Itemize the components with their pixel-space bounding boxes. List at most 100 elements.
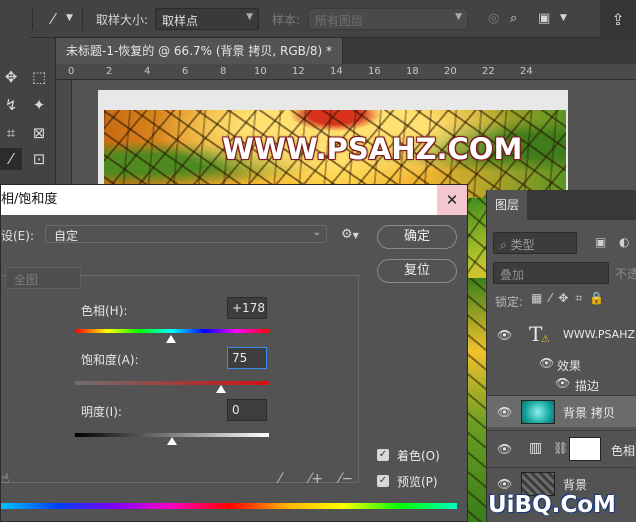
- workspace-icon[interactable]: ▣: [538, 11, 550, 26]
- eye-icon[interactable]: 👁: [497, 477, 513, 491]
- sample-label: 样本:: [272, 13, 301, 27]
- ruler-tick: 10: [254, 66, 267, 77]
- saturation-label: 饱和度(A):: [81, 353, 139, 367]
- hue-adjustment-icon: ▥: [529, 440, 543, 456]
- home-area: [0, 0, 30, 38]
- chevron-down-icon: ▼: [455, 12, 462, 22]
- reset-button[interactable]: 复位: [377, 259, 457, 283]
- eyedropper-tool-icon[interactable]: ⁄: [42, 8, 64, 30]
- chevron-down-icon: ▼: [246, 12, 253, 22]
- marquee-tool-icon[interactable]: ⬚: [28, 66, 50, 88]
- close-button[interactable]: ✕: [437, 185, 467, 215]
- lightness-input[interactable]: 0: [227, 399, 267, 421]
- brand-watermark: UiBQ.CoM: [488, 492, 616, 518]
- spot-healing-tool-icon[interactable]: ⊡: [28, 148, 50, 170]
- chevron-down-icon[interactable]: ▼: [560, 13, 567, 23]
- image-filter-icon[interactable]: ▣: [595, 235, 606, 249]
- hue-label: 色相(H):: [81, 304, 128, 318]
- preset-select[interactable]: 自定 ⌄: [45, 225, 327, 243]
- hue-slider-knob[interactable]: [165, 335, 176, 343]
- ruler-tick: 4: [144, 66, 151, 77]
- tool-preset-caret-icon[interactable]: ▼: [66, 13, 73, 23]
- sample-size-value: 取样点: [162, 14, 199, 28]
- preview-label: 预览(P): [397, 475, 438, 489]
- ruler-tick: 16: [368, 66, 381, 77]
- document-tab-bar: 未标题-1-恢复的 @ 66.7% (背景 拷贝, RGB/8) *: [56, 38, 636, 64]
- move-tool-icon[interactable]: ✥: [0, 66, 22, 88]
- ruler-tick: 2: [106, 66, 113, 77]
- sample-size-select[interactable]: 取样点 ▼: [155, 8, 259, 30]
- layers-tab[interactable]: 图层: [487, 190, 527, 220]
- eye-icon[interactable]: 👁: [497, 328, 513, 342]
- ruler-tick: 20: [444, 66, 457, 77]
- lightness-slider-knob[interactable]: [167, 437, 177, 445]
- eyedropper-minus-icon[interactable]: ⁄−: [339, 471, 353, 487]
- saturation-slider-knob[interactable]: [215, 385, 226, 393]
- chevron-down-icon: ⌄: [312, 227, 321, 238]
- stroke-eye-icon[interactable]: 👁: [555, 376, 570, 390]
- channel-select[interactable]: 全图: [5, 267, 81, 289]
- stroke-label: 描边: [575, 379, 600, 393]
- layers-tab-bar: 图层: [487, 190, 636, 220]
- lock-options-icons[interactable]: ▦⁄✥⌗🔒: [531, 291, 611, 306]
- eyedropper-icon[interactable]: ⁄: [279, 471, 281, 487]
- lasso-tool-icon[interactable]: ↯: [0, 94, 22, 116]
- share-button[interactable]: ⇪: [600, 0, 636, 38]
- ruler-tick: 18: [406, 66, 419, 77]
- eyedropper-plus-icon[interactable]: ⁄+: [309, 471, 323, 487]
- layer-name: 背景: [563, 478, 588, 492]
- horizontal-ruler: 0 2 4 6 8 10 12 14 16 18 20 22 24: [56, 64, 636, 80]
- opacity-label: 不透: [615, 267, 636, 281]
- separator: [32, 8, 33, 30]
- search-icon[interactable]: ⌕: [510, 11, 517, 26]
- layers-panel: 图层 ⌕ 类型 ▣ ◐ 叠加 不透 锁定: ▦⁄✥⌗🔒 👁 T ⚠ WWW.PS…: [486, 190, 636, 522]
- eye-icon[interactable]: 👁: [497, 405, 513, 419]
- warning-icon: ⚠: [541, 334, 550, 345]
- ruler-tick: 14: [330, 66, 343, 77]
- hue-input[interactable]: +178: [227, 297, 267, 319]
- ruler-tick: 22: [482, 66, 495, 77]
- link-icon[interactable]: ⛓: [553, 441, 568, 455]
- gear-icon[interactable]: ⚙▼: [341, 227, 359, 242]
- preview-checkbox[interactable]: ✓: [377, 475, 389, 487]
- search-icon: ⌕: [500, 238, 511, 252]
- lightness-label: 明度(I):: [81, 405, 122, 419]
- eye-icon[interactable]: 👁: [497, 442, 513, 456]
- layer-row-adjustment[interactable]: 👁 ▥ ⛓ 色相: [487, 430, 636, 466]
- close-icon: ✕: [445, 191, 459, 209]
- sample-size-label: 取样大小:: [96, 13, 149, 27]
- hand-adjust-icon[interactable]: ☝: [1, 471, 10, 487]
- ring-icon[interactable]: ◎: [488, 11, 499, 26]
- sample-select[interactable]: 所有图层 ▼: [308, 8, 468, 30]
- colorize-checkbox[interactable]: ✓: [377, 449, 389, 461]
- layer-name: 色相: [611, 444, 636, 458]
- layer-filter-input[interactable]: ⌕ 类型: [493, 232, 577, 254]
- document-tab[interactable]: 未标题-1-恢复的 @ 66.7% (背景 拷贝, RGB/8) *: [56, 38, 344, 64]
- layer-mask-thumbnail: [569, 437, 601, 461]
- hue-saturation-dialog: 相/饱和度 ✕ 设(E): 自定 ⌄ ⚙▼ 确定 复位 全图 色相(H): +1…: [0, 184, 468, 522]
- adjustment-filter-icon[interactable]: ◐: [619, 235, 629, 249]
- layer-filter-placeholder: 类型: [510, 238, 535, 252]
- ruler-tick: 6: [182, 66, 189, 77]
- document-tab-title: 未标题-1-恢复的 @ 66.7% (背景 拷贝, RGB/8) *: [66, 44, 333, 58]
- ok-button[interactable]: 确定: [377, 225, 457, 249]
- ruler-tick: 12: [292, 66, 305, 77]
- options-bar: ⁄ ▼ 取样大小: 取样点 ▼ 样本: 所有图层 ▼ ◎ ⌕ ▣ ▼ ⇪: [0, 0, 636, 38]
- saturation-input[interactable]: 75: [227, 347, 267, 369]
- blend-mode-value: 叠加: [500, 268, 525, 282]
- saturation-slider-track[interactable]: [75, 381, 269, 385]
- magic-wand-tool-icon[interactable]: ✦: [28, 94, 50, 116]
- eyedropper-tool-icon[interactable]: ⁄: [0, 148, 22, 170]
- layer-row-background-copy[interactable]: 👁 背景 拷贝: [487, 395, 636, 427]
- blend-mode-select[interactable]: 叠加: [493, 262, 609, 284]
- dialog-title: 相/饱和度: [1, 185, 467, 215]
- crop-tool-icon[interactable]: ⌗: [0, 122, 22, 144]
- ruler-tick: 24: [520, 66, 533, 77]
- ruler-tick: 0: [68, 66, 75, 77]
- effects-label: 效果: [557, 359, 582, 373]
- frame-tool-icon[interactable]: ⊠: [28, 122, 50, 144]
- layer-name: 背景 拷贝: [563, 406, 615, 420]
- effects-eye-icon[interactable]: 👁: [539, 356, 554, 370]
- hue-slider-track[interactable]: [75, 329, 269, 333]
- adjustment-group: [1, 275, 359, 483]
